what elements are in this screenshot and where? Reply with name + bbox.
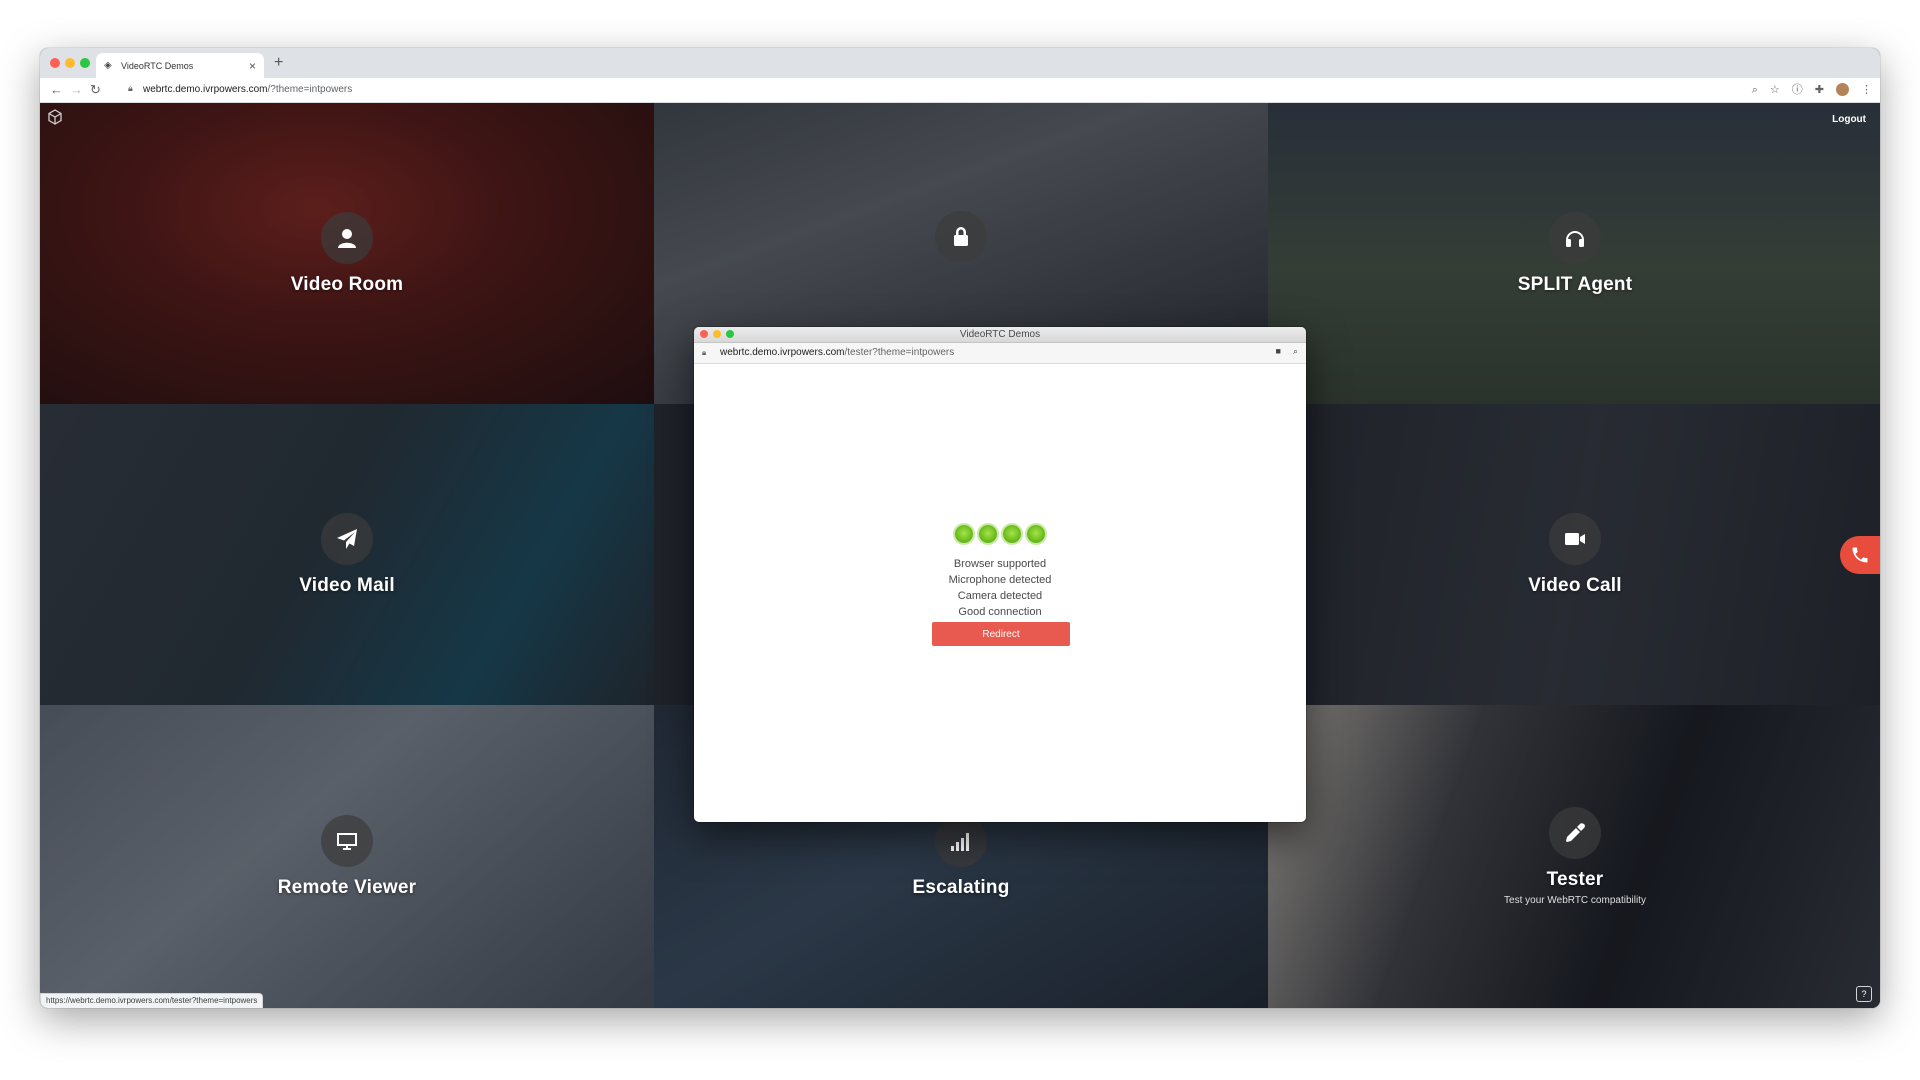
toolbar-icons: ⌕ ☆ ⓘ ✚ ⋮: [1752, 82, 1872, 98]
headphones-icon: [1549, 211, 1601, 264]
back-arrow-icon[interactable]: ←: [50, 81, 63, 99]
paper-plane-icon: [321, 512, 373, 565]
tile-video-room[interactable]: Video Room: [40, 103, 654, 404]
status-microphone: Microphone detected: [948, 574, 1052, 586]
signal-bars-icon: [934, 814, 987, 867]
video-camera-icon: [1548, 512, 1601, 565]
tile-label: Remote Viewer: [277, 876, 417, 898]
tab-title: VideoRTC Demos: [121, 60, 194, 71]
popup-titlebar: VideoRTC Demos: [694, 327, 1306, 343]
eyedropper-icon: [1549, 807, 1601, 859]
tile-label: SPLIT Agent: [1517, 273, 1633, 295]
maximize-window-button[interactable]: [80, 58, 90, 68]
minimize-window-button[interactable]: [65, 58, 75, 68]
cube-logo-icon[interactable]: [47, 109, 63, 125]
popup-url-path: /tester?theme=intpowers: [844, 347, 955, 358]
new-tab-button[interactable]: +: [274, 54, 283, 72]
link-status-bar: https://webrtc.demo.ivrpowers.com/tester…: [40, 993, 264, 1008]
help-icon[interactable]: ?: [1856, 986, 1872, 1002]
tile-video-mail[interactable]: Video Mail: [40, 404, 654, 705]
status-list: Browser supported Microphone detected Ca…: [694, 556, 1306, 620]
url-path: /?theme=intpowers: [267, 84, 353, 95]
reload-icon[interactable]: ↻: [90, 81, 101, 99]
tab-strip: ◈ VideoRTC Demos × +: [40, 48, 1880, 78]
tab-close-icon[interactable]: ×: [249, 60, 256, 72]
bookmark-star-icon[interactable]: ☆: [1770, 82, 1780, 98]
info-icon[interactable]: ⓘ: [1792, 82, 1803, 98]
popup-url-icons: ■ ⌕: [1276, 346, 1298, 357]
check-indicator-camera: [1003, 525, 1021, 543]
address-bar[interactable]: webrtc.demo.ivrpowers.com/?theme=intpowe…: [143, 84, 352, 95]
browser-window: ◈ VideoRTC Demos × + ← → ↻ 🔒︎ webrtc.dem…: [40, 48, 1880, 1008]
popup-maximize-button[interactable]: [726, 330, 734, 338]
tile-label: Video Mail: [299, 574, 395, 596]
camera-permission-icon[interactable]: ■: [1276, 346, 1281, 357]
tester-popup-window: VideoRTC Demos 🔒︎ webrtc.demo.ivrpowers.…: [694, 327, 1306, 822]
forward-arrow-icon[interactable]: →: [70, 81, 83, 99]
zoom-icon[interactable]: ⌕: [1752, 82, 1758, 98]
check-indicator-microphone: [979, 525, 997, 543]
lock-icon: [935, 211, 987, 263]
check-indicator-browser: [955, 525, 973, 543]
status-connection: Good connection: [958, 606, 1042, 618]
lock-icon: 🔒︎: [702, 348, 707, 357]
kebab-menu-icon[interactable]: ⋮: [1861, 82, 1872, 98]
phone-icon: [1852, 547, 1868, 563]
tile-subtitle: Test your WebRTC compatibility: [1504, 895, 1646, 906]
popup-title: VideoRTC Demos: [959, 329, 1041, 340]
tile-label: Tester: [1546, 869, 1604, 890]
status-browser: Browser supported: [953, 558, 1047, 570]
browser-toolbar: ← → ↻ 🔒︎ webrtc.demo.ivrpowers.com/?them…: [40, 78, 1880, 103]
tile-label: Escalating: [912, 876, 1010, 898]
close-window-button[interactable]: [50, 58, 60, 68]
tile-tester[interactable]: Tester Test your WebRTC compatibility: [1268, 705, 1880, 1008]
popup-url-host: webrtc.demo.ivrpowers.com: [720, 347, 845, 358]
logout-link[interactable]: Logout: [1832, 114, 1866, 125]
tile-label: Video Room: [290, 273, 404, 295]
tile-label: Video Call: [1528, 574, 1622, 596]
tile-remote-viewer[interactable]: Remote Viewer: [40, 705, 654, 1008]
user-icon: [321, 211, 373, 264]
tile-split-agent[interactable]: SPLIT Agent: [1268, 103, 1880, 404]
lock-icon[interactable]: 🔒︎: [128, 83, 133, 94]
phone-call-button[interactable]: [1840, 536, 1880, 574]
tester-content: Browser supported Microphone detected Ca…: [694, 364, 1306, 822]
check-indicators: [694, 525, 1306, 543]
favicon-icon: ◈: [104, 60, 112, 71]
profile-avatar[interactable]: [1836, 83, 1849, 96]
popup-url: webrtc.demo.ivrpowers.com/tester?theme=i…: [720, 347, 954, 358]
monitor-icon: [320, 814, 373, 867]
popup-address-bar: 🔒︎ webrtc.demo.ivrpowers.com/tester?them…: [694, 343, 1306, 364]
url-host: webrtc.demo.ivrpowers.com: [143, 84, 268, 95]
extensions-puzzle-icon[interactable]: ✚: [1815, 82, 1824, 98]
browser-tab[interactable]: ◈ VideoRTC Demos ×: [96, 53, 264, 78]
tile-video-call[interactable]: Video Call: [1268, 404, 1880, 705]
popup-close-button[interactable]: [700, 330, 708, 338]
popup-minimize-button[interactable]: [713, 330, 721, 338]
redirect-button[interactable]: Redirect: [932, 622, 1070, 646]
status-camera: Camera detected: [957, 590, 1043, 602]
check-indicator-connection: [1027, 525, 1045, 543]
search-icon[interactable]: ⌕: [1293, 346, 1298, 357]
